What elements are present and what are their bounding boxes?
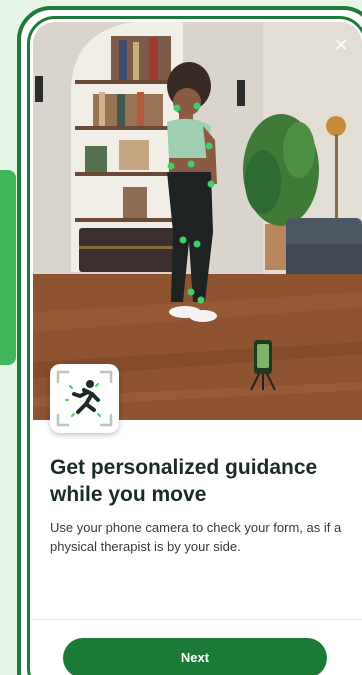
onboarding-title: Get personalized guidance while you move [50,456,318,506]
decorative-accent-bar [0,170,16,365]
next-button[interactable]: Next [63,638,327,675]
footer-divider [33,619,362,620]
motion-tracking-icon [50,364,119,433]
close-icon[interactable]: × [330,34,352,56]
onboarding-screen: × Get personalized guidance while you mo… [33,22,362,675]
hero-photo: × [33,22,362,420]
onboarding-description: Use your phone camera to check your form… [50,520,342,554]
